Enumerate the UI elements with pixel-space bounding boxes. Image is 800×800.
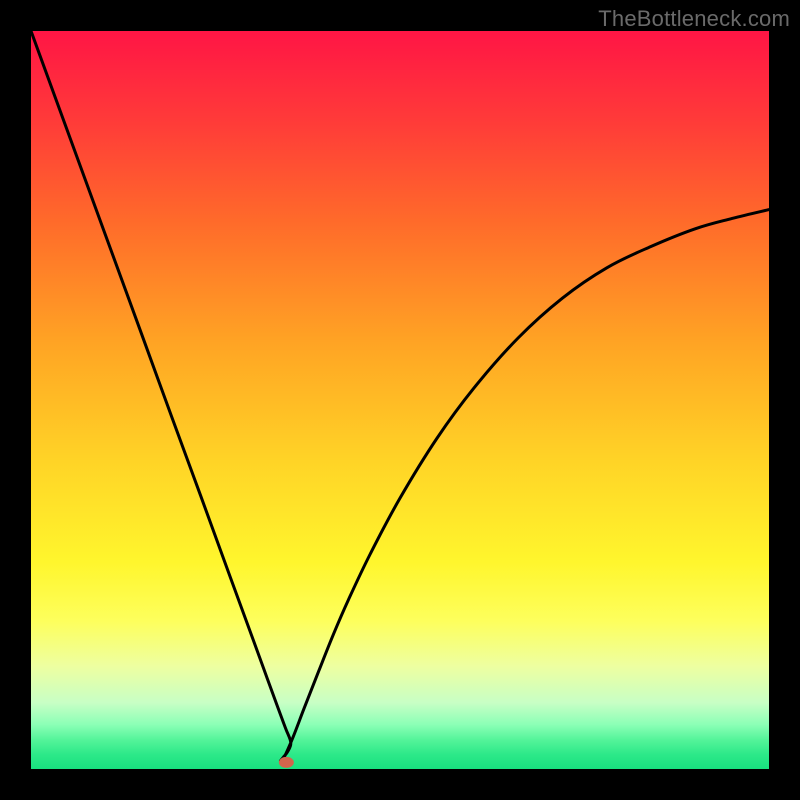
watermark-text: TheBottleneck.com bbox=[598, 6, 790, 32]
marker-dot bbox=[279, 757, 294, 768]
notch-marker bbox=[279, 757, 294, 768]
curve-layer bbox=[31, 31, 769, 769]
bottleneck-curve bbox=[31, 31, 769, 761]
curve-path bbox=[31, 31, 769, 761]
chart-frame: TheBottleneck.com bbox=[0, 0, 800, 800]
plot-area bbox=[31, 31, 769, 769]
